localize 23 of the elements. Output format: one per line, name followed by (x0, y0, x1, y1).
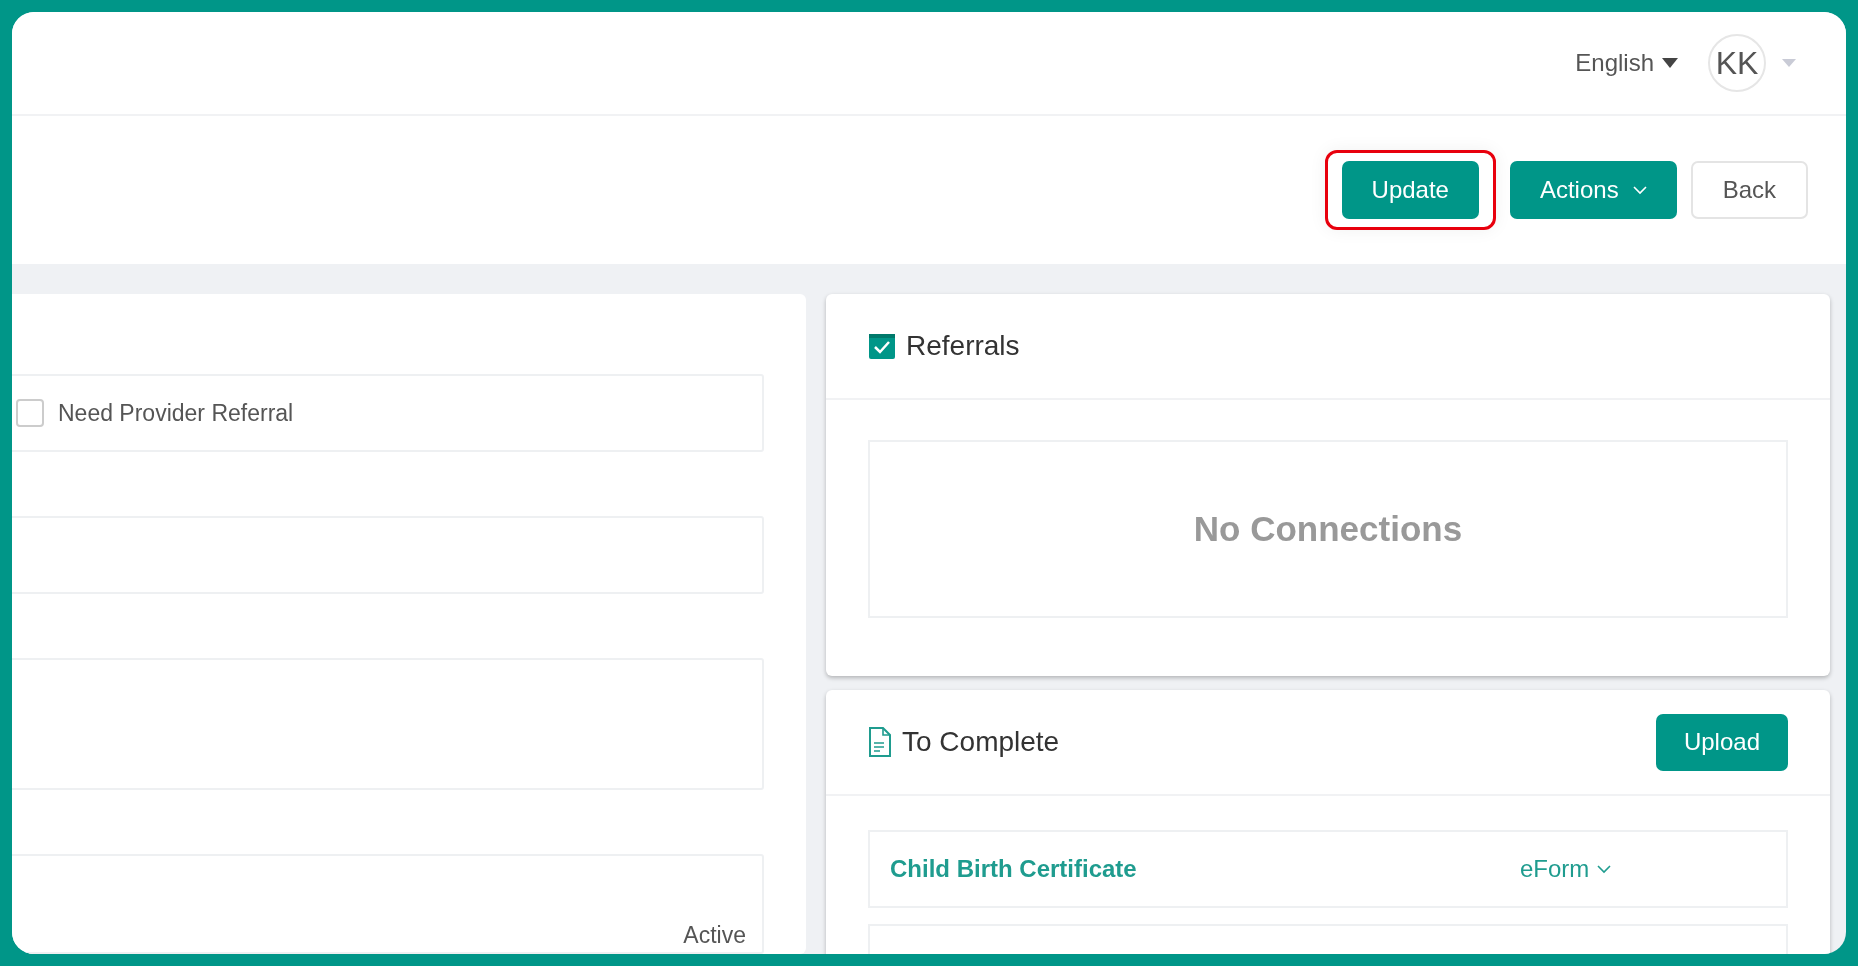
empty-message: No Connections (1193, 507, 1463, 550)
form-type-dropdown[interactable]: eForm (1520, 851, 1612, 887)
status-value: Active (683, 920, 746, 950)
caret-icon (1782, 59, 1796, 67)
checkbox[interactable] (16, 399, 44, 427)
checklist-icon (868, 332, 896, 360)
actions-dropdown[interactable]: Actions (1509, 161, 1677, 219)
user-avatar[interactable]: KK (1708, 34, 1766, 92)
document-link[interactable]: Child Birth Certificate (890, 851, 1520, 887)
chevron-down-icon (1597, 864, 1612, 874)
checkbox-label: Need Provider Referral (58, 398, 294, 428)
input-field[interactable] (12, 516, 764, 594)
toolbar-button[interactable]: Update (1341, 161, 1479, 219)
toolbar-button[interactable]: Back (1690, 161, 1808, 219)
document-icon (868, 727, 892, 757)
upload-button[interactable]: Upload (1655, 713, 1788, 771)
text-area[interactable] (12, 658, 764, 790)
card-title: To Complete (902, 725, 1060, 759)
card-title: Referrals (906, 329, 1020, 363)
language-dropdown[interactable]: English (1575, 45, 1678, 81)
chevron-down-icon (1632, 185, 1647, 195)
status-field[interactable]: Active (12, 854, 764, 954)
caret-icon (1662, 58, 1678, 68)
